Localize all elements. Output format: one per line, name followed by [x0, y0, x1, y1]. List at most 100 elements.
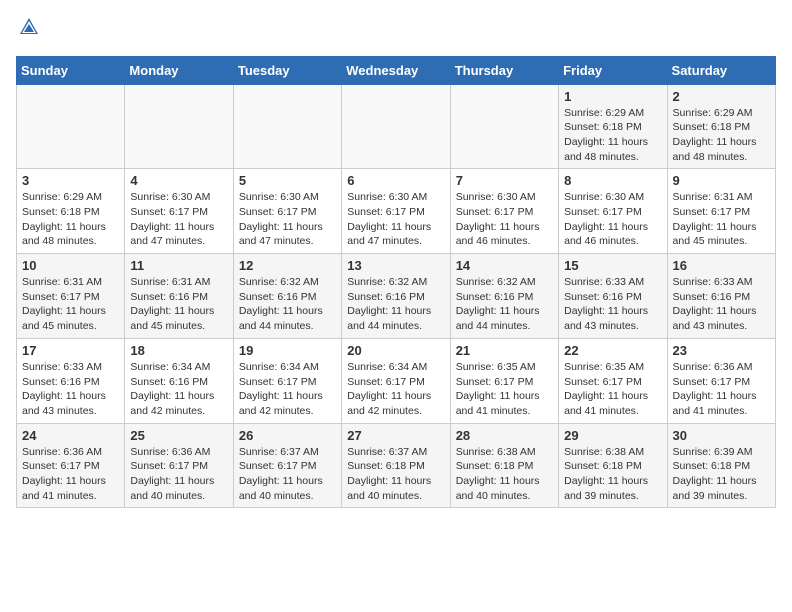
day-info: Sunrise: 6:31 AM Sunset: 6:17 PM Dayligh… [22, 275, 119, 334]
calendar-week-1: 1 Sunrise: 6:29 AM Sunset: 6:18 PM Daylig… [17, 84, 776, 169]
calendar-cell: 2 Sunrise: 6:29 AM Sunset: 6:18 PM Daylig… [667, 84, 775, 169]
calendar-cell: 3 Sunrise: 6:29 AM Sunset: 6:18 PM Daylig… [17, 169, 125, 254]
day-info: Sunrise: 6:37 AM Sunset: 6:17 PM Dayligh… [239, 445, 336, 504]
day-number: 24 [22, 428, 119, 443]
day-info: Sunrise: 6:33 AM Sunset: 6:16 PM Dayligh… [673, 275, 770, 334]
day-number: 3 [22, 173, 119, 188]
day-number: 22 [564, 343, 661, 358]
day-number: 17 [22, 343, 119, 358]
calendar-cell: 4 Sunrise: 6:30 AM Sunset: 6:17 PM Daylig… [125, 169, 233, 254]
calendar-cell: 1 Sunrise: 6:29 AM Sunset: 6:18 PM Daylig… [559, 84, 667, 169]
day-info: Sunrise: 6:33 AM Sunset: 6:16 PM Dayligh… [564, 275, 661, 334]
day-number: 15 [564, 258, 661, 273]
calendar-cell [233, 84, 341, 169]
calendar-header-tuesday: Tuesday [233, 56, 341, 84]
calendar-cell: 13 Sunrise: 6:32 AM Sunset: 6:16 PM Dayli… [342, 254, 450, 339]
day-info: Sunrise: 6:32 AM Sunset: 6:16 PM Dayligh… [347, 275, 444, 334]
calendar-cell: 5 Sunrise: 6:30 AM Sunset: 6:17 PM Daylig… [233, 169, 341, 254]
day-info: Sunrise: 6:30 AM Sunset: 6:17 PM Dayligh… [456, 190, 553, 249]
calendar-cell: 8Sunrise: 6:30 AM Sunset: 6:17 PM Daylig… [559, 169, 667, 254]
day-info: Sunrise: 6:38 AM Sunset: 6:18 PM Dayligh… [456, 445, 553, 504]
logo [16, 16, 40, 44]
calendar-cell [125, 84, 233, 169]
day-number: 10 [22, 258, 119, 273]
day-number: 30 [673, 428, 770, 443]
day-number: 4 [130, 173, 227, 188]
calendar-cell [342, 84, 450, 169]
calendar-header-wednesday: Wednesday [342, 56, 450, 84]
day-info: Sunrise: 6:37 AM Sunset: 6:18 PM Dayligh… [347, 445, 444, 504]
calendar-cell: 16 Sunrise: 6:33 AM Sunset: 6:16 PM Dayli… [667, 254, 775, 339]
calendar-cell [450, 84, 558, 169]
day-info: Sunrise: 6:29 AM Sunset: 6:18 PM Dayligh… [673, 106, 770, 165]
day-number: 11 [130, 258, 227, 273]
day-number: 2 [673, 89, 770, 104]
day-info: Sunrise: 6:29 AM Sunset: 6:18 PM Dayligh… [22, 190, 119, 249]
calendar-cell: 18 Sunrise: 6:34 AM Sunset: 6:16 PM Dayli… [125, 338, 233, 423]
day-number: 19 [239, 343, 336, 358]
calendar-cell: 30 Sunrise: 6:39 AM Sunset: 6:18 PM Dayli… [667, 423, 775, 508]
logo-icon [18, 16, 40, 38]
calendar-cell: 21 Sunrise: 6:35 AM Sunset: 6:17 PM Dayli… [450, 338, 558, 423]
day-number: 1 [564, 89, 661, 104]
day-number: 16 [673, 258, 770, 273]
day-info: Sunrise: 6:29 AM Sunset: 6:18 PM Dayligh… [564, 106, 661, 165]
page-header [16, 16, 776, 44]
day-number: 7 [456, 173, 553, 188]
calendar-cell: 6 Sunrise: 6:30 AM Sunset: 6:17 PM Daylig… [342, 169, 450, 254]
day-number: 26 [239, 428, 336, 443]
calendar-cell: 24 Sunrise: 6:36 AM Sunset: 6:17 PM Dayli… [17, 423, 125, 508]
day-info: Sunrise: 6:34 AM Sunset: 6:17 PM Dayligh… [347, 360, 444, 419]
calendar-cell: 27 Sunrise: 6:37 AM Sunset: 6:18 PM Dayli… [342, 423, 450, 508]
day-info: Sunrise: 6:39 AM Sunset: 6:18 PM Dayligh… [673, 445, 770, 504]
day-info: Sunrise: 6:36 AM Sunset: 6:17 PM Dayligh… [22, 445, 119, 504]
calendar-week-2: 3 Sunrise: 6:29 AM Sunset: 6:18 PM Daylig… [17, 169, 776, 254]
day-info: Sunrise: 6:35 AM Sunset: 6:17 PM Dayligh… [456, 360, 553, 419]
day-info: Sunrise: 6:31 AM Sunset: 6:16 PM Dayligh… [130, 275, 227, 334]
day-info: Sunrise: 6:30 AM Sunset: 6:17 PM Dayligh… [239, 190, 336, 249]
day-info: Sunrise: 6:33 AM Sunset: 6:16 PM Dayligh… [22, 360, 119, 419]
calendar-cell: 14 Sunrise: 6:32 AM Sunset: 6:16 PM Dayli… [450, 254, 558, 339]
calendar-cell: 20 Sunrise: 6:34 AM Sunset: 6:17 PM Dayli… [342, 338, 450, 423]
calendar-header-monday: Monday [125, 56, 233, 84]
day-number: 28 [456, 428, 553, 443]
day-info: Sunrise: 6:34 AM Sunset: 6:17 PM Dayligh… [239, 360, 336, 419]
calendar-table: SundayMondayTuesdayWednesdayThursdayFrid… [16, 56, 776, 509]
calendar-cell: 26 Sunrise: 6:37 AM Sunset: 6:17 PM Dayli… [233, 423, 341, 508]
day-number: 27 [347, 428, 444, 443]
day-info: Sunrise: 6:34 AM Sunset: 6:16 PM Dayligh… [130, 360, 227, 419]
day-info: Sunrise: 6:32 AM Sunset: 6:16 PM Dayligh… [456, 275, 553, 334]
day-number: 6 [347, 173, 444, 188]
day-number: 20 [347, 343, 444, 358]
day-info: Sunrise: 6:30 AM Sunset: 6:17 PM Dayligh… [564, 190, 661, 249]
calendar-header-thursday: Thursday [450, 56, 558, 84]
calendar-cell: 17 Sunrise: 6:33 AM Sunset: 6:16 PM Dayli… [17, 338, 125, 423]
day-number: 18 [130, 343, 227, 358]
calendar-cell [17, 84, 125, 169]
day-number: 14 [456, 258, 553, 273]
day-number: 13 [347, 258, 444, 273]
day-info: Sunrise: 6:31 AM Sunset: 6:17 PM Dayligh… [673, 190, 770, 249]
calendar-cell: 22 Sunrise: 6:35 AM Sunset: 6:17 PM Dayli… [559, 338, 667, 423]
day-info: Sunrise: 6:30 AM Sunset: 6:17 PM Dayligh… [347, 190, 444, 249]
day-number: 9 [673, 173, 770, 188]
calendar-header-friday: Friday [559, 56, 667, 84]
calendar-cell: 9 Sunrise: 6:31 AM Sunset: 6:17 PM Daylig… [667, 169, 775, 254]
calendar-header-saturday: Saturday [667, 56, 775, 84]
day-number: 5 [239, 173, 336, 188]
day-info: Sunrise: 6:35 AM Sunset: 6:17 PM Dayligh… [564, 360, 661, 419]
calendar-header-sunday: Sunday [17, 56, 125, 84]
day-number: 23 [673, 343, 770, 358]
day-info: Sunrise: 6:36 AM Sunset: 6:17 PM Dayligh… [130, 445, 227, 504]
day-number: 12 [239, 258, 336, 273]
day-number: 25 [130, 428, 227, 443]
calendar-week-4: 17 Sunrise: 6:33 AM Sunset: 6:16 PM Dayli… [17, 338, 776, 423]
day-number: 29 [564, 428, 661, 443]
day-number: 21 [456, 343, 553, 358]
calendar-cell: 25 Sunrise: 6:36 AM Sunset: 6:17 PM Dayli… [125, 423, 233, 508]
calendar-cell: 23Sunrise: 6:36 AM Sunset: 6:17 PM Dayli… [667, 338, 775, 423]
calendar-header-row: SundayMondayTuesdayWednesdayThursdayFrid… [17, 56, 776, 84]
day-info: Sunrise: 6:30 AM Sunset: 6:17 PM Dayligh… [130, 190, 227, 249]
calendar-cell: 15 Sunrise: 6:33 AM Sunset: 6:16 PM Dayli… [559, 254, 667, 339]
calendar-cell: 11 Sunrise: 6:31 AM Sunset: 6:16 PM Dayli… [125, 254, 233, 339]
